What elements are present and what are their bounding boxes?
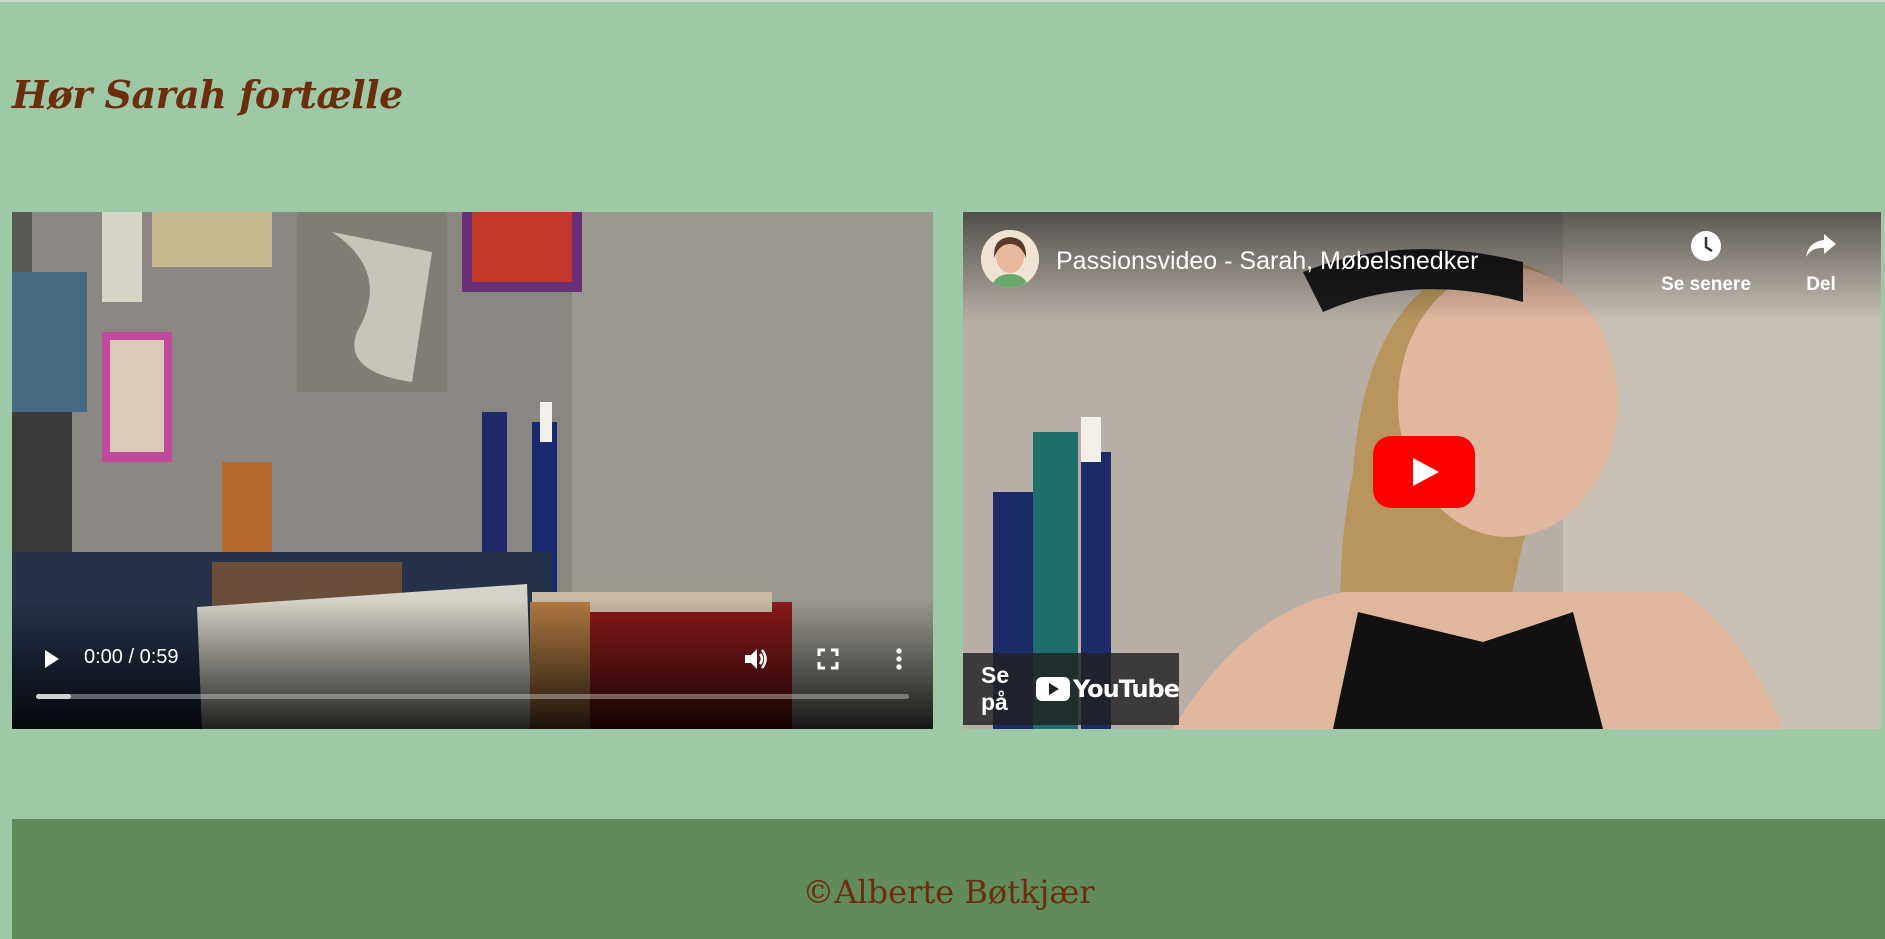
fullscreen-icon — [817, 648, 839, 670]
video-player[interactable]: 0:00 / 0:59 — [12, 212, 933, 729]
share-button[interactable]: Del — [1781, 230, 1861, 296]
volume-icon — [745, 649, 767, 669]
play-icon — [45, 650, 59, 668]
time-display: 0:00 / 0:59 — [84, 646, 179, 668]
volume-button[interactable] — [739, 642, 773, 676]
progress-bar[interactable] — [36, 694, 909, 699]
youtube-logo-icon — [1035, 677, 1070, 701]
top-border — [0, 0, 1885, 2]
play-button[interactable] — [36, 644, 66, 674]
footer-copyright: ©Alberte Bøtkjær — [802, 873, 1095, 911]
youtube-logo: YouTube — [1035, 675, 1180, 703]
footer: ©Alberte Bøtkjær — [12, 819, 1885, 939]
youtube-embed[interactable]: Passionsvideo - Sarah, Møbelsnedker Se s… — [963, 212, 1881, 729]
youtube-logo-text: YouTube — [1072, 675, 1180, 703]
watch-later-button[interactable]: Se senere — [1651, 230, 1761, 296]
page-title: Hør Sarah fortælle — [12, 72, 403, 117]
share-label: Del — [1806, 274, 1836, 295]
share-icon — [1806, 234, 1836, 257]
watch-later-label: Se senere — [1661, 274, 1751, 295]
progress-fill — [36, 694, 71, 699]
more-options-button[interactable] — [884, 642, 914, 676]
youtube-play-button[interactable] — [1373, 436, 1475, 508]
clock-icon — [1691, 231, 1721, 261]
fullscreen-button[interactable] — [811, 642, 845, 676]
channel-avatar[interactable] — [981, 230, 1039, 288]
more-options-icon — [896, 648, 902, 670]
watch-on-youtube-button[interactable]: Se på YouTube — [963, 653, 1180, 725]
youtube-play-icon — [1373, 436, 1475, 508]
video-title-link[interactable]: Passionsvideo - Sarah, Møbelsnedker — [1056, 247, 1478, 276]
watch-on-label: Se på — [981, 662, 1010, 715]
